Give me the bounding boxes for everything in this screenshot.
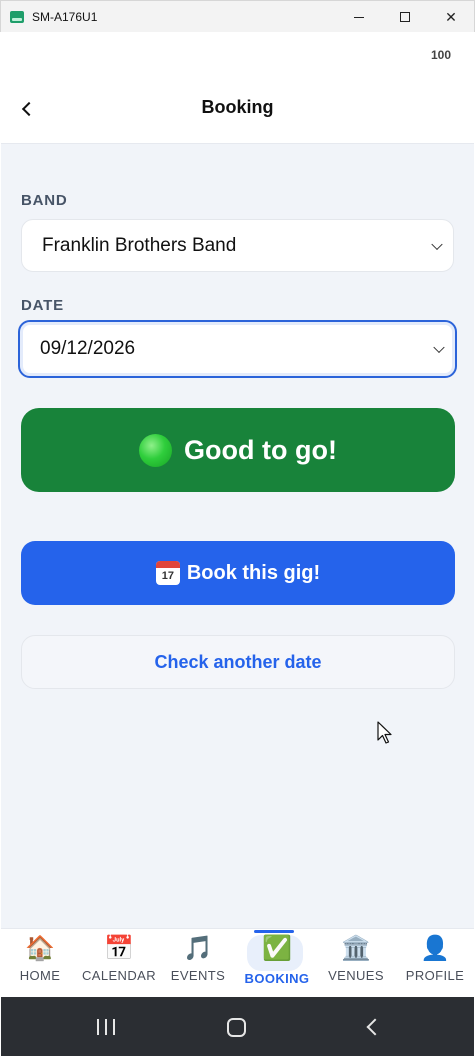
nav-label-profile: PROFILE bbox=[405, 968, 465, 983]
back-arrow-icon bbox=[366, 1018, 384, 1036]
window-controls: ✕ bbox=[336, 1, 474, 33]
nav-label-venues: VENUES bbox=[328, 968, 384, 983]
nav-label-booking: BOOKING bbox=[244, 971, 310, 986]
recents-button[interactable] bbox=[94, 1015, 118, 1039]
maximize-button[interactable] bbox=[382, 1, 428, 33]
page-title: Booking bbox=[201, 97, 274, 117]
active-tab-indicator bbox=[254, 930, 294, 933]
nav-label-home: HOME bbox=[19, 968, 61, 983]
availability-status-banner: Good to go! bbox=[21, 408, 455, 492]
calendar-icon: 📅 bbox=[104, 935, 134, 962]
close-button[interactable]: ✕ bbox=[428, 1, 474, 33]
window-titlebar: SM-A176U1 ✕ bbox=[0, 0, 475, 32]
availability-status-text: Good to go! bbox=[184, 434, 337, 465]
home-button[interactable] bbox=[227, 1015, 246, 1039]
nav-item-calendar[interactable]: 📅 CALENDAR bbox=[80, 929, 158, 998]
person-silhouette-icon: 👤 bbox=[420, 935, 450, 962]
band-label: BAND bbox=[21, 192, 68, 209]
nav-item-events[interactable]: 🎵 EVENTS bbox=[159, 929, 237, 998]
minimize-button[interactable] bbox=[336, 1, 382, 33]
nav-label-calendar: CALENDAR bbox=[82, 968, 156, 983]
mouse-cursor-icon bbox=[377, 721, 392, 744]
battery-level: 100 bbox=[430, 48, 451, 62]
minimize-icon bbox=[354, 16, 364, 18]
house-icon: 🏠 bbox=[25, 935, 55, 962]
date-select-value: 09/12/2026 bbox=[40, 338, 136, 359]
band-select-value: Franklin Brothers Band bbox=[42, 234, 237, 256]
band-select[interactable]: Franklin Brothers Band bbox=[21, 219, 454, 272]
chevron-down-icon bbox=[431, 238, 443, 250]
window-title: SM-A176U1 bbox=[32, 9, 98, 24]
classical-building-icon: 🏛️ bbox=[341, 935, 371, 962]
music-notes-icon: 🎵 bbox=[183, 935, 213, 962]
book-gig-button[interactable]: 17 Book this gig! bbox=[21, 541, 455, 605]
system-navigation-bar bbox=[1, 997, 474, 1056]
check-another-date-label: Check another date bbox=[154, 651, 322, 672]
bottom-navigation: 🏠 HOME 📅 CALENDAR 🎵 EVENTS ✅ BOOKING 🏛️ … bbox=[1, 928, 474, 997]
system-back-button[interactable] bbox=[365, 1015, 385, 1039]
calendar-icon: 17 bbox=[155, 561, 180, 585]
date-select[interactable]: 09/12/2026 bbox=[18, 320, 457, 378]
app-window-icon bbox=[10, 10, 24, 23]
date-label: DATE bbox=[21, 297, 64, 314]
chevron-down-icon bbox=[433, 341, 445, 354]
home-circle-icon bbox=[227, 1017, 246, 1037]
check-another-date-button[interactable]: Check another date bbox=[21, 635, 455, 689]
app-header: 100 Booking bbox=[1, 32, 474, 144]
nav-label-events: EVENTS bbox=[170, 968, 226, 983]
nav-item-profile[interactable]: 👤 PROFILE bbox=[396, 929, 474, 998]
green-circle-icon bbox=[139, 433, 173, 467]
device-screen: 100 Booking BAND Franklin Brothers Band … bbox=[1, 32, 474, 1056]
nav-item-booking[interactable]: ✅ BOOKING bbox=[238, 929, 316, 998]
nav-item-home[interactable]: 🏠 HOME bbox=[1, 929, 79, 998]
check-mark-button-icon: ✅ bbox=[262, 935, 292, 962]
nav-item-venues[interactable]: 🏛️ VENUES bbox=[317, 929, 395, 998]
book-gig-label: Book this gig! bbox=[186, 561, 321, 584]
maximize-icon bbox=[400, 12, 410, 22]
close-icon: ✕ bbox=[445, 8, 457, 25]
